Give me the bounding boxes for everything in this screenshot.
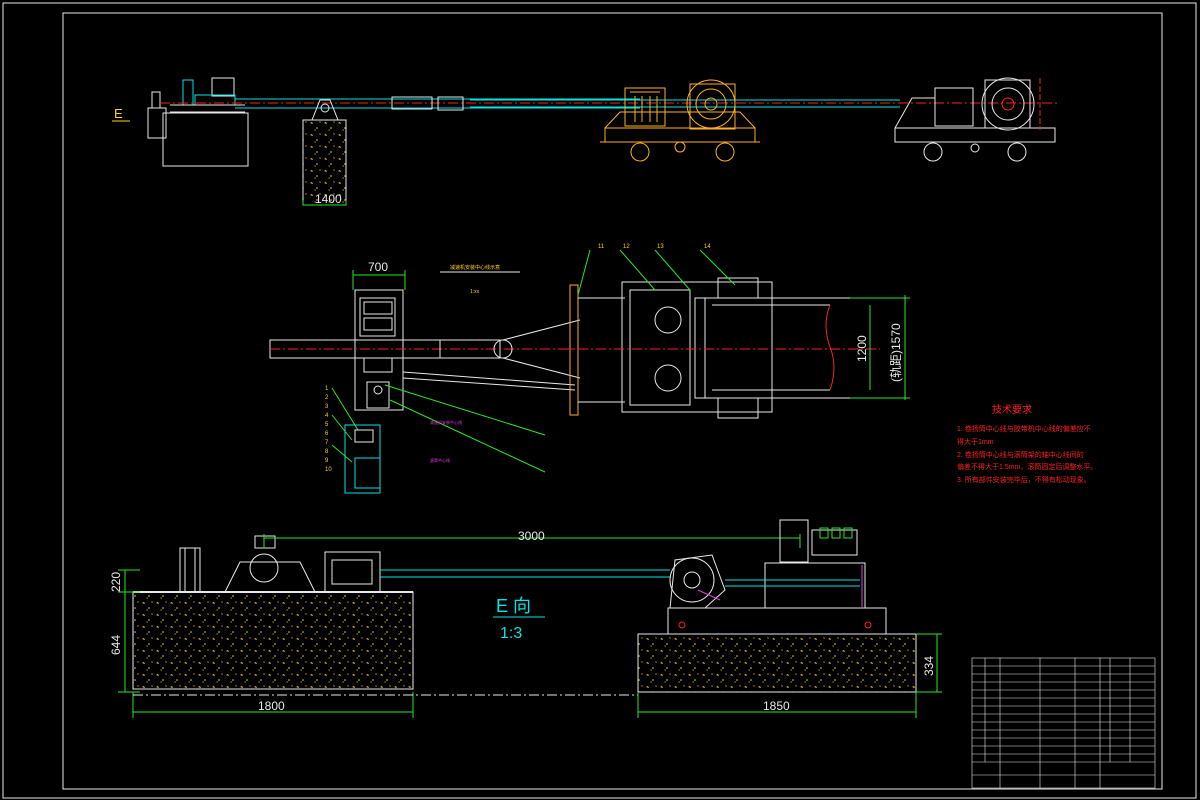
tech-req-line-1: 1. 卷扬筒中心线与胶带机中心线的偏差应不 — [957, 424, 1091, 433]
tension-cart-white — [894, 77, 1056, 162]
tech-req-line-3: 2. 卷扬筒中心线与滚筒架的轴中心线间的 — [957, 450, 1084, 459]
left-balloon-column: 1 2 3 4 5 6 7 8 9 10 — [325, 386, 332, 473]
plan-base — [354, 289, 404, 411]
svg-text:8: 8 — [325, 449, 329, 455]
svg-text:4: 4 — [325, 413, 329, 419]
svg-text:9: 9 — [325, 458, 329, 464]
svg-text:6: 6 — [325, 431, 329, 437]
tech-req-title: 技术要求 — [992, 403, 1032, 416]
tail-frame — [621, 281, 773, 413]
title-block — [971, 657, 1156, 789]
tension-cart-orange — [600, 79, 760, 162]
tech-req-line-4: 偏差不得大于1.5mm，滚筒固定后调整水平。 — [957, 462, 1097, 471]
view-scale: 1:3 — [500, 625, 522, 642]
tech-req-line-2: 得大于1mm — [957, 437, 994, 446]
balloon-13: 13 — [657, 244, 664, 250]
svg-text:7: 7 — [325, 440, 329, 446]
dim-700: 700 — [368, 260, 388, 274]
dim-220: 220 — [109, 572, 123, 592]
svg-text:滚筒中心线: 滚筒中心线 — [430, 457, 450, 463]
cad-drawing: E 1400 700 减速机安装中心线示意 1:xx 1200 (轨距)1570… — [2, 2, 1197, 799]
tech-req-line-5: 3. 所有部件安装完毕后，不得有松动现象。 — [957, 475, 1091, 484]
svg-text:3: 3 — [325, 404, 329, 410]
svg-text:5: 5 — [325, 422, 329, 428]
technical-requirements: 技术要求 1. 卷扬筒中心线与胶带机中心线的偏差应不 得大于1mm 2. 卷扬筒… — [957, 403, 1097, 484]
left-foundation — [132, 591, 414, 690]
dim-644: 644 — [109, 635, 123, 655]
dim-334: 334 — [922, 656, 936, 676]
dim-1200: 1200 — [855, 335, 869, 362]
plan-view: 700 减速机安装中心线示意 1:xx 1200 (轨距)1570 11 12 … — [269, 244, 910, 494]
dim-1570: (轨距)1570 — [889, 323, 903, 382]
top-view: E 1400 — [112, 77, 1060, 206]
dim-3000: 3000 — [518, 529, 545, 543]
svg-text:减速机安装中心线: 减速机安装中心线 — [430, 419, 462, 425]
svg-text:1:xx: 1:xx — [470, 289, 480, 295]
view-label-top: E — [114, 106, 123, 121]
balloon-14: 14 — [704, 244, 711, 250]
dim-1800: 1800 — [258, 699, 285, 713]
left-base-block — [162, 112, 249, 167]
right-foundation — [637, 633, 917, 693]
svg-text:2: 2 — [325, 395, 329, 401]
svg-text:1: 1 — [325, 386, 329, 392]
balloon-12: 12 — [623, 244, 630, 250]
dim-1400: 1400 — [315, 192, 342, 206]
svg-text:减速机安装中心线示意: 减速机安装中心线示意 — [450, 264, 500, 271]
balloon-11: 11 — [598, 244, 605, 250]
dim-1850: 1850 — [763, 699, 790, 713]
e-view: 3000 220 644 1800 E 向 1:3 334 1850 — [109, 519, 942, 718]
svg-text:10: 10 — [325, 467, 332, 473]
view-label-e: E 向 — [496, 596, 531, 616]
